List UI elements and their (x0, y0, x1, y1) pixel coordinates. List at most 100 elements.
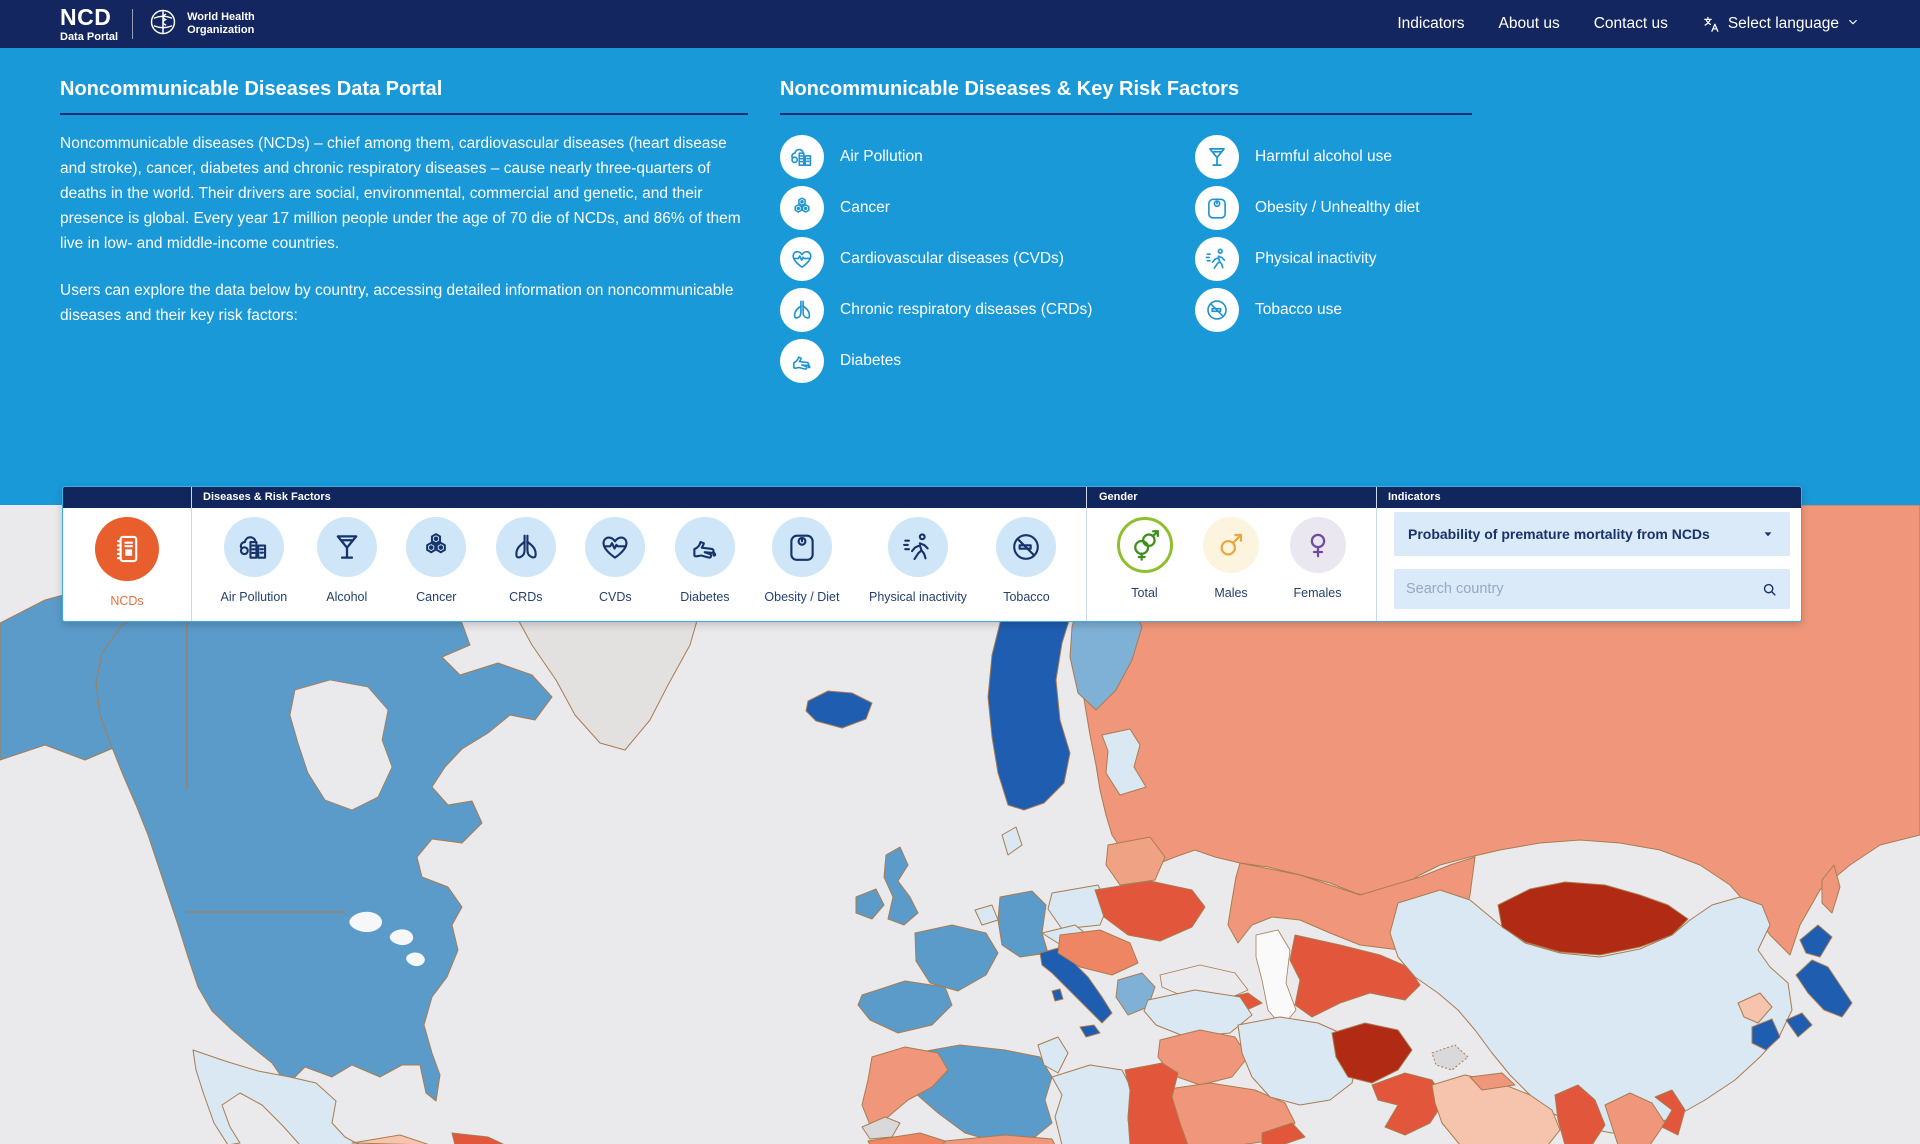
gender-section: Total Males Females (1086, 508, 1376, 621)
risk-item-alcohol[interactable]: Harmful alcohol use (1195, 131, 1472, 182)
logo-subtitle: Data Portal (60, 32, 118, 43)
filter-alcohol[interactable]: Alcohol (317, 508, 377, 621)
who-line1: World Health (187, 11, 255, 24)
ncd-logo-text: NCD Data Portal (60, 6, 118, 43)
filter-label: Alcohol (326, 590, 367, 604)
diseases-section-header: Diseases & Risk Factors (203, 491, 331, 503)
cancer-icon (406, 517, 466, 577)
filter-crds[interactable]: CRDs (496, 508, 556, 621)
runner-icon (1195, 237, 1239, 281)
who-emblem-icon (147, 6, 179, 43)
filter-label: Physical inactivity (869, 590, 967, 604)
filter-label: Diabetes (680, 590, 729, 604)
runner-icon (888, 517, 948, 577)
risk-label: Chronic respiratory diseases (CRDs) (840, 301, 1092, 319)
filter-cancer[interactable]: Cancer (406, 508, 466, 621)
filter-air-pollution[interactable]: Air Pollution (221, 508, 288, 621)
air-pollution-icon (224, 517, 284, 577)
alcohol-icon (317, 517, 377, 577)
filter-label: Males (1214, 586, 1247, 600)
who-logo-text: World Health Organization (187, 11, 255, 36)
filter-label: Cancer (416, 590, 456, 604)
search-icon[interactable] (1761, 581, 1778, 598)
intro-paragraph-2: Users can explore the data below by coun… (60, 278, 748, 328)
alcohol-icon (1195, 135, 1239, 179)
translate-icon (1702, 15, 1721, 34)
ncd-logo[interactable]: NCD Data Portal World Health Organizatio… (60, 6, 255, 43)
nav-link-contact-us[interactable]: Contact us (1594, 15, 1668, 33)
gender-females-button[interactable]: Females (1290, 508, 1346, 621)
indicator-select[interactable]: Probability of premature mortality from … (1394, 512, 1790, 556)
hero-intro: Noncommunicable Diseases Data Portal Non… (60, 78, 748, 328)
filter-physical-inactivity[interactable]: Physical inactivity (869, 508, 967, 621)
language-label: Select language (1728, 15, 1839, 33)
no-smoking-icon (1195, 288, 1239, 332)
search-country-input[interactable] (1406, 581, 1761, 597)
heart-pulse-icon (585, 517, 645, 577)
risk-label: Obesity / Unhealthy diet (1255, 199, 1420, 217)
risk-label: Tobacco use (1255, 301, 1342, 319)
filter-label: Air Pollution (221, 590, 288, 604)
filter-tobacco[interactable]: Tobacco (996, 508, 1056, 621)
risk-item-tobacco[interactable]: Tobacco use (1195, 284, 1472, 335)
risk-item-physical-inactivity[interactable]: Physical inactivity (1195, 233, 1472, 284)
who-line2: Organization (187, 24, 255, 37)
indicators-section-header: Indicators (1388, 491, 1441, 503)
lungs-icon (496, 517, 556, 577)
top-navbar: NCD Data Portal World Health Organizatio… (0, 0, 1920, 48)
section-divider (1376, 487, 1377, 621)
risk-factor-columns: Air Pollution Cancer Cardiovascular dise… (780, 131, 1472, 386)
diseases-section: Air Pollution Alcohol Cancer CRDs CVDs D… (191, 508, 1086, 621)
risk-item-air-pollution[interactable]: Air Pollution (780, 131, 1195, 182)
filter-toolbar: Diseases & Risk Factors Gender Indicator… (62, 486, 1802, 622)
who-logo[interactable]: World Health Organization (147, 6, 255, 43)
risk-label: Air Pollution (840, 148, 923, 166)
risk-item-cancer[interactable]: Cancer (780, 182, 1195, 233)
gender-section-header: Gender (1099, 491, 1138, 503)
nav-link-about-us[interactable]: About us (1499, 15, 1560, 33)
risk-item-diabetes[interactable]: Diabetes (780, 335, 1195, 386)
select-caret-icon (1760, 526, 1776, 542)
filter-obesity-diet[interactable]: Obesity / Diet (764, 508, 839, 621)
nav-links: Indicators About us Contact us Select la… (1397, 15, 1860, 34)
male-icon (1203, 517, 1259, 573)
filter-label: NCDs (110, 594, 143, 608)
logo-title: NCD (60, 6, 118, 29)
risk-column-1: Air Pollution Cancer Cardiovascular dise… (780, 131, 1195, 386)
hero-section: Noncommunicable Diseases Data Portal Non… (0, 48, 1920, 505)
filter-label: CVDs (599, 590, 632, 604)
cancer-icon (780, 186, 824, 230)
weight-scale-icon (772, 517, 832, 577)
country-search (1394, 569, 1790, 609)
filter-label: CRDs (509, 590, 542, 604)
indicator-selected-value: Probability of premature mortality from … (1408, 526, 1760, 542)
ncds-section: NCDs (63, 508, 191, 621)
diabetes-hand-icon (780, 339, 824, 383)
filter-ncds-button[interactable]: NCDs (95, 508, 159, 621)
risk-label: Cancer (840, 199, 890, 217)
risk-factors-title: Noncommunicable Diseases & Key Risk Fact… (780, 78, 1472, 115)
weight-scale-icon (1195, 186, 1239, 230)
risk-label: Diabetes (840, 352, 901, 370)
filter-label: Females (1294, 586, 1342, 600)
risk-label: Cardiovascular diseases (CVDs) (840, 250, 1064, 268)
filter-label: Total (1131, 586, 1157, 600)
gender-males-button[interactable]: Males (1203, 508, 1259, 621)
language-selector[interactable]: Select language (1702, 15, 1860, 34)
risk-label: Physical inactivity (1255, 250, 1376, 268)
gender-total-button[interactable]: Total (1117, 508, 1173, 621)
risk-label: Harmful alcohol use (1255, 148, 1392, 166)
risk-item-cvds[interactable]: Cardiovascular diseases (CVDs) (780, 233, 1195, 284)
air-pollution-icon (780, 135, 824, 179)
intro-paragraph-1: Noncommunicable diseases (NCDs) – chief … (60, 131, 748, 257)
nav-link-indicators[interactable]: Indicators (1397, 15, 1464, 33)
filter-label: Tobacco (1003, 590, 1050, 604)
page-title: Noncommunicable Diseases Data Portal (60, 78, 748, 115)
ncds-report-icon (95, 517, 159, 581)
risk-item-crds[interactable]: Chronic respiratory diseases (CRDs) (780, 284, 1195, 335)
gender-total-icon (1117, 517, 1173, 573)
filter-cvds[interactable]: CVDs (585, 508, 645, 621)
heart-pulse-icon (780, 237, 824, 281)
risk-item-obesity[interactable]: Obesity / Unhealthy diet (1195, 182, 1472, 233)
filter-diabetes[interactable]: Diabetes (675, 508, 735, 621)
